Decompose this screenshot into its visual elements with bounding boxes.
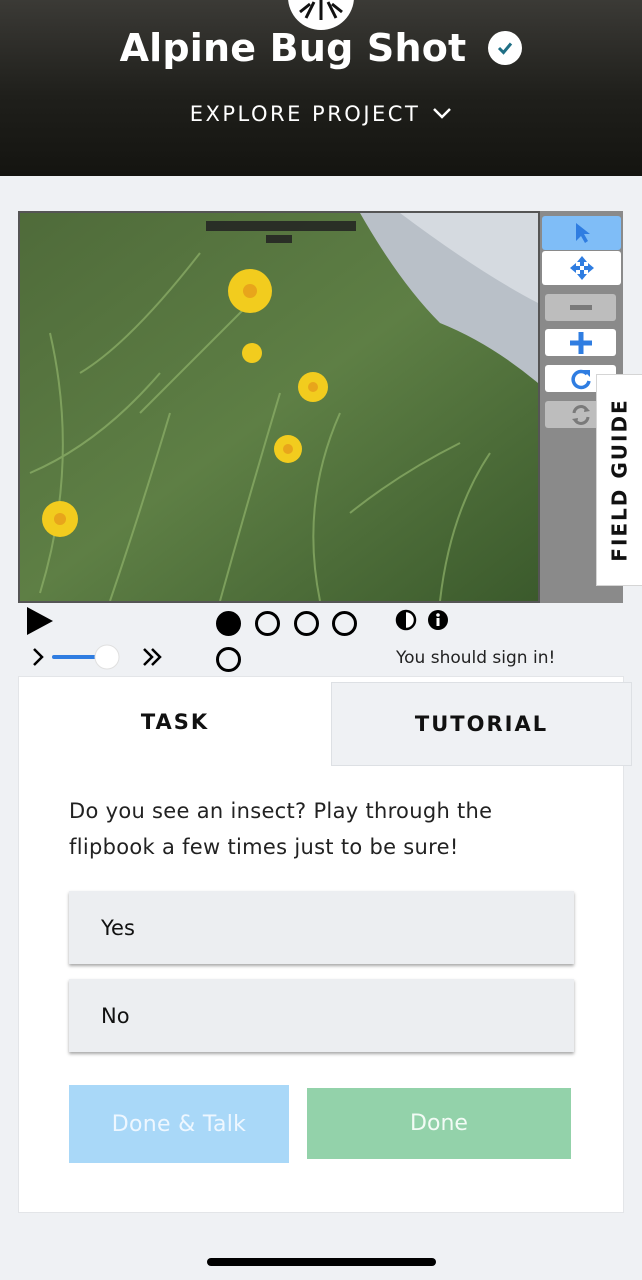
zoom-out-icon xyxy=(569,304,592,310)
frame-dot-2[interactable] xyxy=(255,611,280,636)
slow-speed-icon xyxy=(33,648,44,666)
move-icon xyxy=(569,256,594,280)
answer-yes-button[interactable]: Yes xyxy=(69,891,574,964)
frame-dot-4[interactable] xyxy=(332,611,357,636)
play-icon xyxy=(27,607,53,635)
tab-tutorial-label: TUTORIAL xyxy=(414,712,549,736)
frame-dot-3[interactable] xyxy=(294,611,319,636)
timestamp-overlay-secondary xyxy=(266,235,292,243)
check-badge-icon xyxy=(488,31,523,65)
field-guide-label: FIELD GUIDE xyxy=(607,398,632,562)
zoom-out-button[interactable] xyxy=(545,294,616,321)
zoom-in-button[interactable] xyxy=(545,329,616,356)
explore-project-label: EXPLORE PROJECT xyxy=(189,102,421,126)
tab-tutorial[interactable]: TUTORIAL xyxy=(331,682,632,766)
subject-image[interactable] xyxy=(18,211,540,603)
task-panel: TASK TUTORIAL Do you see an insect? Play… xyxy=(18,676,632,1213)
task-question: Do you see an insect? Play through the f… xyxy=(69,799,493,859)
field-guide-tab[interactable]: FIELD GUIDE xyxy=(596,374,642,586)
pointer-icon xyxy=(575,223,590,243)
playback-speed-slider[interactable] xyxy=(30,643,170,671)
done-and-talk-button[interactable]: Done & Talk xyxy=(69,1085,289,1163)
info-icon[interactable] xyxy=(427,609,449,635)
reset-icon xyxy=(571,404,590,425)
home-indicator[interactable] xyxy=(207,1258,436,1266)
done-label: Done xyxy=(410,1111,468,1136)
done-and-talk-label: Done & Talk xyxy=(111,1111,247,1137)
invert-colors-icon[interactable] xyxy=(395,609,417,635)
frame-dot-1[interactable] xyxy=(216,611,241,636)
pointer-tool-button[interactable] xyxy=(542,216,621,250)
explore-project-dropdown[interactable]: EXPLORE PROJECT xyxy=(0,102,642,126)
project-title: Alpine Bug Shot xyxy=(119,26,467,70)
frame-dot-5[interactable] xyxy=(216,647,241,672)
done-button[interactable]: Done xyxy=(307,1088,571,1159)
play-button[interactable] xyxy=(26,606,54,640)
chevron-down-icon xyxy=(432,102,452,126)
project-header: Alpine Bug Shot EXPLORE PROJECT xyxy=(0,0,642,176)
answer-label: No xyxy=(101,1003,130,1028)
tab-task[interactable]: TASK xyxy=(19,677,331,766)
move-tool-button[interactable] xyxy=(542,251,621,285)
answer-no-button[interactable]: No xyxy=(69,979,574,1052)
zoom-in-icon xyxy=(569,331,592,354)
timestamp-overlay xyxy=(206,221,356,231)
sign-in-notice: You should sign in! xyxy=(396,648,556,668)
answer-label: Yes xyxy=(101,915,135,940)
rotate-icon xyxy=(570,369,591,389)
tab-task-label: TASK xyxy=(140,709,210,734)
